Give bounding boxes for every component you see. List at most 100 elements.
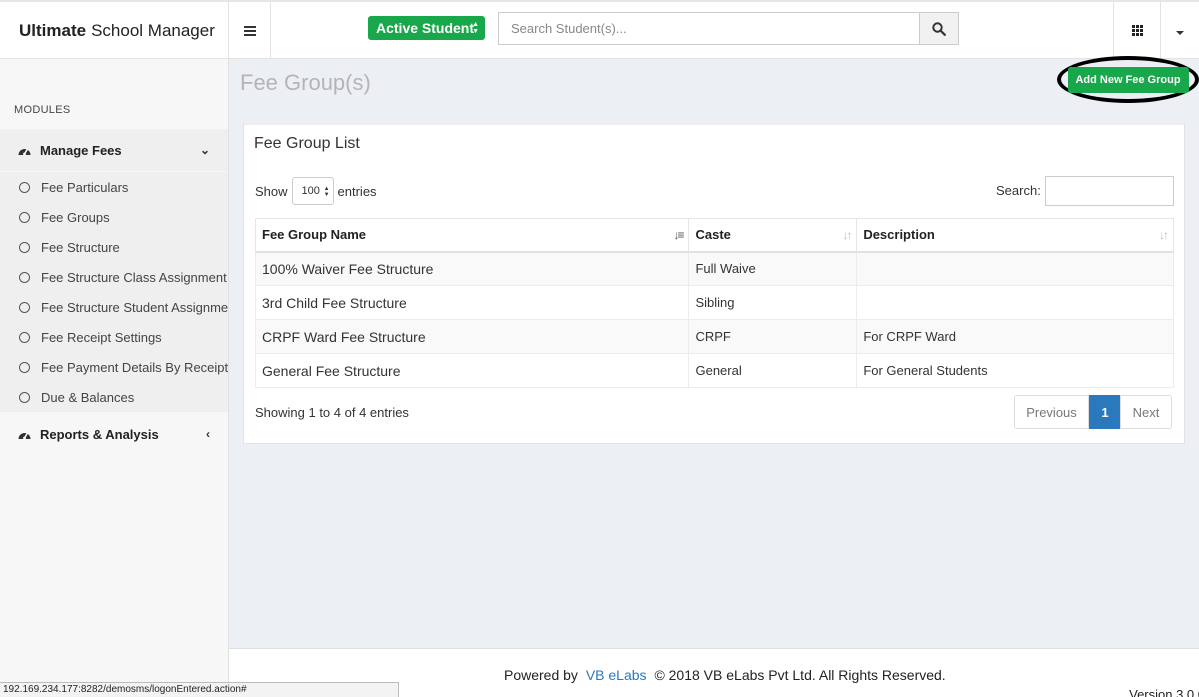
app-brand[interactable]: Ultimate School Manager — [0, 2, 229, 59]
cell-description: For General Students — [856, 353, 1174, 388]
sidebar-item-fee-structure[interactable]: Fee Structure — [0, 232, 228, 262]
sidebar-item-due-balances[interactable]: Due & Balances — [0, 382, 228, 412]
sidebar-item-label: Fee Groups — [41, 209, 110, 225]
manage-fees-submenu: Fee Particulars Fee Groups Fee Structure… — [0, 172, 228, 412]
fee-group-card: Fee Group List Show 100 ▲ ▼ entries Searc… — [243, 122, 1185, 444]
fee-group-table: Fee Group Name ↓≡ Caste ↓↑ Description ↓… — [254, 218, 1174, 388]
pagination: Previous 1 Next — [1014, 395, 1172, 429]
cell-fee-group-name: CRPF Ward Fee Structure — [254, 319, 690, 354]
sidebar: MODULES Manage Fees ⌄ Fee Particulars Fe… — [0, 59, 229, 697]
pagination-next-button[interactable]: Next — [1120, 395, 1172, 429]
sort-icon: ↓↑ — [1159, 228, 1169, 242]
table-header-row: Fee Group Name ↓≡ Caste ↓↑ Description ↓… — [254, 218, 1174, 253]
table-search-label: Search: — [996, 183, 1041, 198]
dashboard-icon — [18, 148, 31, 155]
sidebar-toggle-button[interactable] — [229, 2, 271, 59]
cell-description — [856, 251, 1174, 286]
sidebar-group-manage-fees[interactable]: Manage Fees ⌄ — [0, 129, 228, 171]
browser-status-url: 192.169.234.177:8282/demosms/logonEntere… — [0, 682, 399, 697]
sidebar-item-fee-structure-class-assignment[interactable]: Fee Structure Class Assignment — [0, 262, 228, 292]
select-arrows-icon: ▲ ▼ — [472, 21, 479, 35]
cell-caste: Full Waive — [688, 251, 858, 286]
circle-icon — [19, 301, 30, 313]
sidebar-item-fee-receipt-settings[interactable]: Fee Receipt Settings — [0, 322, 228, 352]
chevron-left-icon: ‹ — [206, 427, 210, 441]
powered-by-label: Powered by — [504, 667, 578, 683]
circle-icon — [19, 241, 30, 253]
circle-icon — [19, 211, 30, 223]
sidebar-item-fee-structure-student-assignment[interactable]: Fee Structure Student Assignment — [0, 292, 228, 322]
table-info: Showing 1 to 4 of 4 entries — [255, 405, 409, 420]
entries-label: entries — [337, 183, 377, 199]
dashboard-icon — [18, 432, 31, 439]
student-search-input[interactable] — [498, 12, 919, 45]
cell-fee-group-name: 100% Waiver Fee Structure — [254, 251, 690, 286]
column-header-caste[interactable]: Caste ↓↑ — [688, 218, 858, 253]
company-link[interactable]: VB eLabs — [586, 667, 647, 683]
cell-caste: General — [688, 353, 858, 388]
circle-icon — [19, 331, 30, 343]
cell-description: For CRPF Ward — [856, 319, 1174, 354]
sidebar-item-label: Fee Receipt Settings — [41, 329, 162, 345]
student-filter-label: Active Student — [376, 20, 475, 36]
sidebar-item-label: Due & Balances — [41, 389, 135, 405]
search-icon — [932, 21, 946, 36]
circle-icon — [19, 181, 30, 193]
sidebar-group-label: Reports & Analysis — [40, 426, 159, 442]
column-header-label: Caste — [695, 227, 731, 243]
circle-icon — [19, 271, 30, 283]
sidebar-item-fee-payment-details[interactable]: Fee Payment Details By Receipt No — [0, 352, 228, 382]
pagination-previous-button[interactable]: Previous — [1014, 395, 1089, 429]
add-fee-group-button[interactable]: Add New Fee Group — [1067, 66, 1189, 93]
card-title: Fee Group List — [254, 135, 360, 152]
select-arrows-icon: ▲ ▼ — [323, 186, 330, 198]
sidebar-item-label: Fee Payment Details By Receipt No — [41, 359, 228, 375]
pagination-page-button[interactable]: 1 — [1089, 395, 1121, 429]
sidebar-item-label: Fee Structure Student Assignment — [41, 299, 228, 315]
cell-fee-group-name: General Fee Structure — [254, 353, 690, 388]
table-search-input[interactable] — [1045, 176, 1174, 206]
version-label: Version 3.0.0 — [1129, 687, 1199, 697]
table-row[interactable]: 3rd Child Fee Structure Sibling — [254, 285, 1174, 320]
cell-description — [856, 285, 1174, 320]
copyright-text: © 2018 VB eLabs Pvt Ltd. All Rights Rese… — [654, 667, 946, 683]
sidebar-group-reports[interactable]: Reports & Analysis ‹ — [0, 413, 228, 455]
column-header-label: Description — [863, 227, 935, 243]
sidebar-item-fee-groups[interactable]: Fee Groups — [0, 202, 228, 232]
sidebar-item-label: Fee Structure Class Assignment — [41, 269, 227, 285]
top-header: Ultimate School Manager Active Student ▲… — [0, 0, 1199, 59]
search-button[interactable] — [919, 12, 959, 45]
brand-bold: Ultimate — [19, 20, 87, 40]
page-title: Fee Group(s) — [240, 70, 371, 95]
apps-menu-button[interactable] — [1113, 2, 1160, 59]
user-menu-dropdown[interactable] — [1160, 2, 1199, 59]
sidebar-item-fee-particulars[interactable]: Fee Particulars — [0, 172, 228, 202]
footer-copyright: Powered by VB eLabs © 2018 VB eLabs Pvt … — [504, 667, 946, 683]
student-filter-select[interactable]: Active Student ▲ ▼ — [368, 16, 485, 40]
circle-icon — [19, 391, 30, 403]
table-row[interactable]: 100% Waiver Fee Structure Full Waive — [254, 251, 1174, 286]
hamburger-icon — [243, 25, 256, 36]
caret-down-icon — [1176, 30, 1184, 35]
brand-rest: School Manager — [91, 20, 215, 40]
column-header-description[interactable]: Description ↓↑ — [856, 218, 1174, 253]
cell-fee-group-name: 3rd Child Fee Structure — [254, 285, 690, 320]
show-label: Show — [255, 183, 288, 199]
circle-icon — [19, 361, 30, 373]
chevron-down-icon: ⌄ — [199, 143, 210, 157]
sort-icon: ↓↑ — [842, 228, 852, 242]
table-row[interactable]: CRPF Ward Fee Structure CRPF For CRPF Wa… — [254, 319, 1174, 354]
page-length-select[interactable]: 100 ▲ ▼ — [291, 177, 334, 205]
sidebar-group-label: Manage Fees — [40, 142, 122, 158]
sidebar-item-label: Fee Structure — [41, 239, 120, 255]
page-length-value: 100 — [301, 185, 320, 197]
column-header-fee-group-name[interactable]: Fee Group Name ↓≡ — [254, 218, 690, 253]
cell-caste: CRPF — [688, 319, 858, 354]
sidebar-item-label: Fee Particulars — [41, 179, 129, 195]
modules-heading: MODULES — [14, 104, 71, 116]
cell-caste: Sibling — [688, 285, 858, 320]
page-length-control: Show 100 ▲ ▼ entries — [255, 177, 377, 205]
highlight-ellipse: Add New Fee Group — [1057, 56, 1199, 103]
table-row[interactable]: General Fee Structure General For Genera… — [254, 353, 1174, 388]
apps-grid-icon — [1131, 25, 1143, 36]
